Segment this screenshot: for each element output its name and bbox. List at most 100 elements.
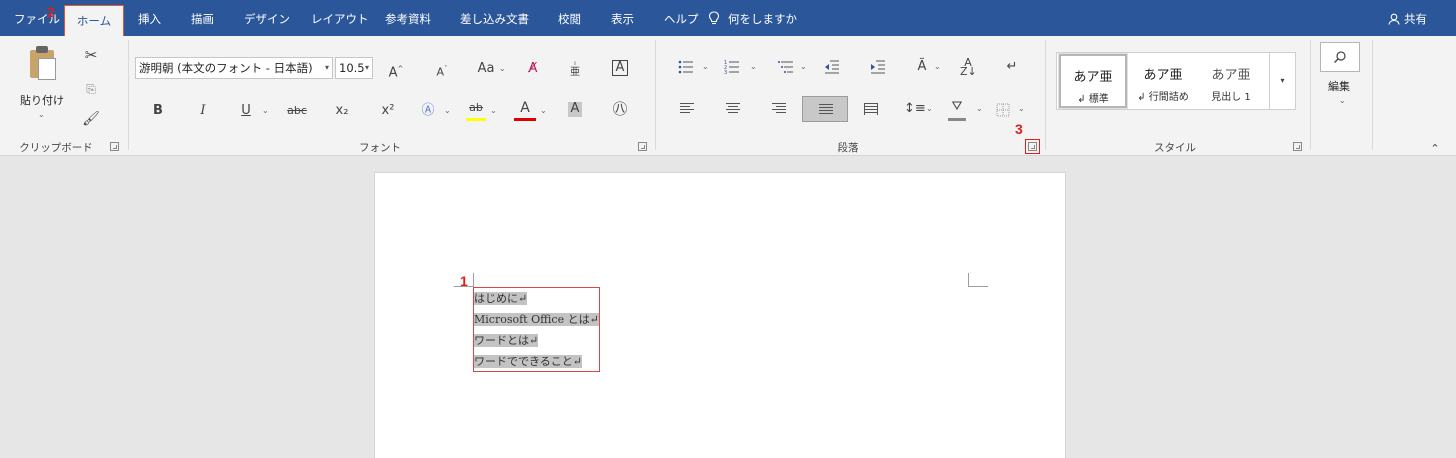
numbering-icon[interactable]: 1 2 3 — [724, 60, 740, 74]
enclose-char-icon[interactable]: ㊇ — [612, 100, 628, 118]
italic-button[interactable]: I — [195, 102, 211, 120]
text-effects-icon[interactable]: Ⓐ — [420, 102, 436, 120]
clear-formatting-icon[interactable]: A̸ — [524, 60, 542, 78]
tab-draw[interactable]: 描画 — [191, 0, 214, 36]
tab-references[interactable]: 参考資料 — [385, 0, 431, 36]
bullets-icon[interactable] — [678, 60, 694, 74]
grow-font-icon[interactable]: A^ — [388, 60, 404, 82]
tab-insert[interactable]: 挿入 — [138, 0, 161, 36]
chevron-down-icon[interactable]: ⌄ — [490, 102, 497, 120]
share-label: 共有 — [1404, 12, 1427, 26]
borders-icon[interactable] — [996, 103, 1010, 117]
bold-button[interactable]: B — [150, 102, 166, 120]
align-right-button[interactable] — [756, 96, 802, 122]
underline-button[interactable]: U — [238, 102, 254, 120]
tab-review[interactable]: 校閲 — [558, 0, 581, 36]
collapse-ribbon-icon[interactable]: ⌃ — [1428, 140, 1442, 158]
tab-layout[interactable]: レイアウト — [311, 0, 369, 36]
highlight-color-bar — [466, 118, 486, 121]
subscript-button[interactable]: x₂ — [334, 102, 350, 120]
ribbon: 貼り付け ⌄ ✂ ⎘ 🖌 クリップボード 游明朝 (本文のフォント - 日本語)… — [0, 36, 1456, 156]
find-button[interactable] — [1320, 42, 1360, 72]
document-page[interactable]: 1 はじめに↵ Microsoft Office とは↵ ワードとは↵ ワードで… — [374, 172, 1066, 458]
chevron-down-icon[interactable]: ⌄ — [499, 60, 506, 78]
clipboard-launcher-icon[interactable] — [110, 142, 119, 151]
chevron-down-icon[interactable]: ⌄ — [1339, 92, 1346, 110]
chevron-down-icon[interactable]: ⌄ — [934, 58, 941, 76]
superscript-button[interactable]: x² — [380, 102, 396, 120]
strikethrough-button[interactable]: abc — [286, 102, 308, 120]
tell-me-box[interactable]: 何をしますか — [708, 0, 797, 36]
highlight-color-button[interactable]: ab — [466, 99, 486, 117]
margin-corner-mark — [968, 273, 988, 287]
change-case-icon[interactable]: Aa — [476, 60, 496, 78]
justify-button[interactable] — [802, 96, 848, 122]
font-name-value: 游明朝 (本文のフォント - 日本語) — [139, 61, 313, 75]
styles-launcher-icon[interactable] — [1293, 142, 1302, 151]
chevron-down-icon[interactable]: ⌄ — [976, 100, 983, 118]
chevron-down-icon[interactable]: ⌄ — [800, 58, 807, 76]
font-name-combo[interactable]: 游明朝 (本文のフォント - 日本語) ▾ — [135, 57, 333, 79]
tell-me-label: 何をしますか — [728, 12, 797, 26]
chevron-down-icon: ▾ — [364, 63, 369, 72]
decrease-indent-icon[interactable] — [824, 60, 840, 74]
sort-icon[interactable]: A Z↓ — [960, 57, 977, 77]
styles-group-label: スタイル — [1154, 142, 1196, 154]
style-heading-1[interactable]: あア亜 見出し 1 — [1197, 54, 1265, 108]
shrink-font-icon[interactable]: Aˇ — [434, 60, 450, 82]
tab-view[interactable]: 表示 — [611, 0, 634, 36]
phonetic-guide-icon[interactable]: ᵢ亜 — [568, 58, 582, 78]
annotation-marker-3: 3 — [1015, 121, 1023, 137]
font-group-label: フォント — [359, 142, 401, 154]
increase-indent-icon[interactable] — [870, 60, 886, 74]
annotation-marker-2: 2 — [47, 4, 55, 20]
tab-design[interactable]: デザイン — [244, 0, 290, 36]
chevron-down-icon[interactable]: ⌄ — [926, 100, 933, 118]
copy-icon[interactable]: ⎘ — [82, 80, 100, 98]
font-size-combo[interactable]: 10.5 ▾ — [335, 57, 373, 79]
font-color-button[interactable]: A — [516, 99, 534, 117]
tab-help[interactable]: ヘルプ — [664, 0, 699, 36]
tab-home[interactable]: ホーム — [64, 5, 124, 36]
chevron-down-icon: ▾ — [324, 63, 329, 72]
chevron-down-icon[interactable]: ⌄ — [444, 102, 451, 120]
align-left-button[interactable] — [664, 96, 710, 122]
character-shading-button[interactable]: A — [568, 102, 582, 117]
person-icon — [1388, 13, 1400, 25]
font-size-value: 10.5 — [339, 61, 365, 75]
share-button[interactable]: 共有 — [1388, 0, 1427, 36]
font-color-bar — [514, 118, 536, 121]
chevron-down-icon[interactable]: ⌄ — [38, 106, 45, 124]
annotation-marker-1: 1 — [460, 273, 468, 289]
svg-text:3: 3 — [724, 70, 727, 74]
chevron-down-icon[interactable]: ⌄ — [702, 58, 709, 76]
paragraph-group-label: 段落 — [837, 142, 859, 154]
shading-icon[interactable]: ⛛ — [948, 98, 966, 116]
chevron-down-icon[interactable]: ⌄ — [1018, 100, 1025, 118]
selection-highlight-box — [473, 287, 600, 372]
style-no-spacing[interactable]: あア亜 ↲ 行間詰め — [1129, 54, 1197, 108]
search-icon — [1334, 51, 1346, 63]
align-center-button[interactable] — [710, 96, 756, 122]
font-launcher-icon[interactable] — [638, 142, 647, 151]
chevron-down-icon[interactable]: ⌄ — [750, 58, 757, 76]
chevron-down-icon[interactable]: ⌄ — [262, 102, 269, 120]
asian-layout-icon[interactable]: Ã — [912, 58, 932, 76]
title-tab-bar: ファイル 2 ホーム 挿入 描画 デザイン レイアウト 参考資料 差し込み文書 … — [0, 0, 1456, 36]
paragraph-launcher-icon[interactable] — [1025, 139, 1040, 154]
style-normal[interactable]: あア亜 ↲ 標準 — [1058, 53, 1128, 109]
paste-button[interactable] — [28, 46, 58, 80]
chevron-down-icon[interactable]: ⌄ — [540, 102, 547, 120]
multilevel-list-icon[interactable] — [778, 60, 794, 74]
tab-mailings[interactable]: 差し込み文書 — [460, 0, 529, 36]
cut-icon[interactable]: ✂ — [82, 46, 100, 64]
enclose-characters-icon[interactable]: A — [612, 60, 628, 76]
show-marks-icon[interactable]: ↵ — [1004, 58, 1020, 76]
distributed-button[interactable] — [848, 96, 894, 122]
gallery-more-button[interactable]: ▾ — [1269, 53, 1295, 109]
line-spacing-icon[interactable]: ↕≡ — [904, 100, 926, 118]
format-painter-icon[interactable]: 🖌 — [82, 110, 100, 128]
clipboard-group-label: クリップボード — [19, 142, 93, 154]
lightbulb-icon — [708, 11, 720, 25]
styles-gallery: あア亜 ↲ 標準 あア亜 ↲ 行間詰め あア亜 見出し 1 ▾ — [1056, 52, 1296, 110]
